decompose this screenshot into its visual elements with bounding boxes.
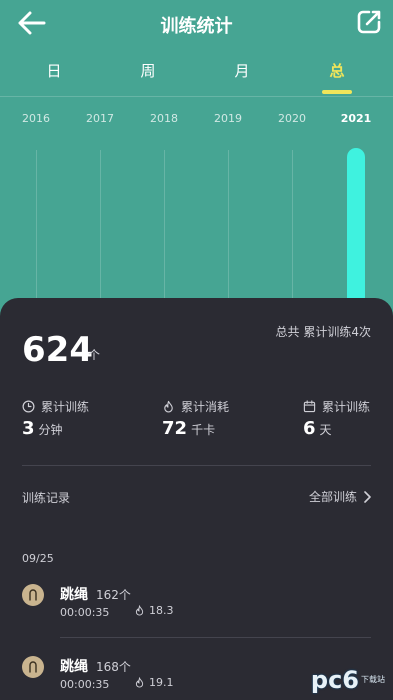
bar-guide-line — [228, 150, 229, 310]
stat-days: 6天 — [303, 418, 332, 439]
stat-days-label: 累计训练 — [322, 400, 371, 414]
stat-duration-label: 累计训练 — [41, 400, 90, 414]
record-calories-value: 19.1 — [149, 676, 174, 689]
bar-guide-line — [164, 150, 165, 310]
record-calories-value: 18.3 — [149, 604, 174, 617]
stat-duration-value: 3 — [22, 418, 35, 439]
year-label-active[interactable]: 2021 — [336, 112, 376, 125]
stat-days-unit: 天 — [319, 423, 332, 437]
record-count: 162个 — [96, 588, 131, 602]
section-divider — [22, 465, 371, 466]
chevron-right-icon — [364, 490, 371, 503]
active-tab-indicator — [322, 90, 352, 94]
record-calories: 19.1 — [134, 676, 174, 689]
stat-duration: 3 分钟 — [22, 418, 63, 439]
all-trainings-link[interactable]: 全部训练 — [309, 488, 371, 505]
stat-days-header: 累计训练 — [303, 398, 370, 415]
period-tabs: 日 周 月 总 — [0, 56, 393, 92]
records-section-title: 训练记录 — [22, 491, 71, 505]
record-date: 09/25 — [22, 552, 54, 565]
page-title: 训练统计 — [160, 16, 233, 37]
stat-days-value: 6 — [303, 418, 316, 439]
header: 训练统计 — [0, 0, 393, 48]
tab-month[interactable]: 月 — [212, 60, 272, 81]
watermark-logo-text: pc6 — [310, 666, 359, 694]
year-label[interactable]: 2017 — [80, 112, 120, 125]
stat-calories: 72 千卡 — [162, 418, 215, 439]
tab-total[interactable]: 总 — [307, 60, 367, 81]
stat-calories-header: 累计消耗 — [162, 398, 229, 415]
record-duration: 00:00:35 — [60, 606, 110, 619]
record-divider — [60, 637, 371, 638]
share-icon — [357, 10, 381, 34]
jump-rope-icon — [22, 656, 44, 678]
stat-calories-value: 72 — [162, 418, 188, 439]
tab-week[interactable]: 周 — [118, 60, 178, 81]
year-label[interactable]: 2019 — [208, 112, 248, 125]
year-bar-active[interactable] — [347, 148, 365, 310]
record-item[interactable]: 跳绳 162个 00:00:35 18.3 — [22, 584, 371, 632]
flame-icon — [135, 677, 144, 688]
jump-rope-icon — [22, 584, 44, 606]
bar-guide-line — [292, 150, 293, 310]
tab-day[interactable]: 日 — [24, 60, 84, 81]
record-calories: 18.3 — [134, 604, 174, 617]
bar-guide-line — [36, 150, 37, 310]
clock-icon — [22, 400, 35, 413]
total-count: 624 — [22, 330, 93, 370]
total-count-unit: 个 — [88, 348, 101, 362]
calendar-icon — [303, 400, 316, 413]
bar-guide-line — [100, 150, 101, 310]
record-name: 跳绳 — [60, 587, 88, 603]
flame-icon — [135, 605, 144, 616]
flame-icon — [164, 400, 173, 413]
stat-duration-unit: 分钟 — [38, 423, 63, 437]
watermark-sub-text: 下载站 — [361, 675, 385, 684]
stat-calories-unit: 千卡 — [191, 423, 216, 437]
stat-calories-label: 累计消耗 — [181, 400, 230, 414]
share-button[interactable] — [355, 8, 383, 36]
year-label[interactable]: 2018 — [144, 112, 184, 125]
year-axis: 2016 2017 2018 2019 2020 2021 — [0, 112, 393, 128]
tabs-divider — [0, 96, 393, 97]
record-duration: 00:00:35 — [60, 678, 110, 691]
record-name: 跳绳 — [60, 659, 88, 675]
stat-duration-header: 累计训练 — [22, 398, 89, 415]
year-label[interactable]: 2020 — [272, 112, 312, 125]
all-trainings-label: 全部训练 — [308, 490, 357, 504]
year-label[interactable]: 2016 — [16, 112, 56, 125]
watermark-logo: pc6 下载站 — [311, 666, 385, 694]
record-count: 168个 — [96, 660, 131, 674]
total-sessions-label: 总共 累计训练4次 — [275, 325, 371, 339]
